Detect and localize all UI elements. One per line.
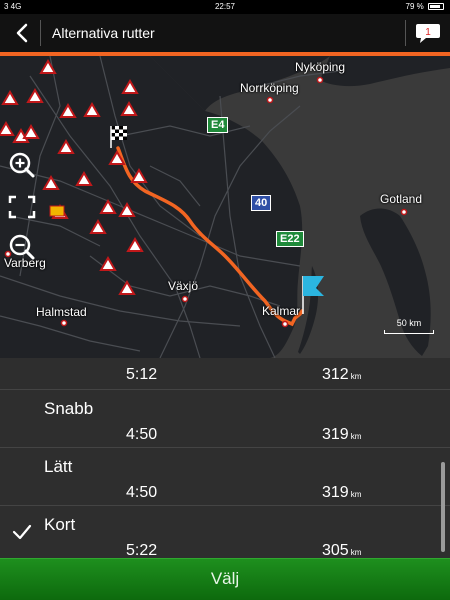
route-name: Kort bbox=[44, 515, 76, 534]
zoom-out-button[interactable] bbox=[5, 232, 39, 262]
route-distance: 319 km bbox=[322, 484, 362, 501]
route-option-kort[interactable]: Kort 5:22 305 km bbox=[0, 506, 450, 558]
route-option-partial[interactable]: 5:12 312 km bbox=[0, 358, 450, 390]
city-label: Halmstad bbox=[36, 305, 87, 319]
map-scale: 50 km bbox=[384, 318, 434, 334]
route-time: 5:12 bbox=[126, 366, 158, 383]
city-label: Kalmar bbox=[262, 304, 301, 318]
city-label: Nyköping bbox=[295, 60, 346, 74]
status-bar: 3 4G 22:57 79 % bbox=[0, 0, 450, 14]
zoom-in-icon bbox=[9, 152, 35, 178]
fit-route-button[interactable] bbox=[5, 192, 39, 222]
fit-to-screen-icon bbox=[8, 195, 36, 219]
route-option-latt[interactable]: Lätt 4:50 319 km bbox=[0, 448, 450, 506]
battery-icon bbox=[428, 3, 444, 10]
road-sign-e4: E4 bbox=[207, 117, 229, 133]
back-button[interactable] bbox=[8, 20, 38, 46]
choose-button-label: Välj bbox=[210, 569, 240, 588]
zoom-in-button[interactable] bbox=[5, 150, 39, 180]
route-option-snabb[interactable]: Snabb 4:50 319 km bbox=[0, 390, 450, 448]
battery-status: 79 % bbox=[406, 2, 444, 11]
header-divider bbox=[405, 20, 406, 46]
check-icon bbox=[12, 524, 32, 540]
chevron-left-icon bbox=[16, 23, 28, 43]
route-distance: 305 km bbox=[322, 542, 362, 558]
battery-percent: 79 % bbox=[405, 2, 424, 11]
zoom-out-icon bbox=[9, 234, 35, 260]
route-time: 4:50 bbox=[126, 484, 158, 501]
city-label: Växjö bbox=[168, 279, 199, 293]
messages-button[interactable]: 1 bbox=[414, 20, 442, 46]
header-divider bbox=[40, 20, 41, 46]
route-distance: 319 km bbox=[322, 426, 362, 443]
message-count: 1 bbox=[425, 27, 431, 38]
route-list[interactable]: 5:12 312 km Snabb 4:50 319 km Lätt 4:50 31… bbox=[0, 358, 450, 558]
scale-label: 50 km bbox=[396, 318, 422, 328]
clock: 22:57 bbox=[214, 2, 236, 11]
route-time: 4:50 bbox=[126, 426, 158, 443]
app-header: Alternativa rutter 1 bbox=[0, 14, 450, 52]
route-distance: 312 km bbox=[322, 366, 362, 383]
route-time: 5:22 bbox=[126, 542, 158, 558]
city-label: Norrköping bbox=[240, 81, 299, 95]
speech-bubble-icon: 1 bbox=[416, 24, 440, 43]
road-sign-40: 40 bbox=[251, 195, 272, 211]
road-sign-e22: E22 bbox=[276, 231, 304, 247]
page-title: Alternativa rutter bbox=[52, 25, 155, 41]
city-label: Gotland bbox=[380, 192, 423, 206]
route-name: Snabb bbox=[44, 399, 94, 418]
route-name: Lätt bbox=[44, 457, 73, 476]
route-map[interactable]: Nyköping Norrköping Gotland Varberg Växj… bbox=[0, 56, 450, 358]
list-scrollbar[interactable] bbox=[441, 462, 445, 552]
choose-button[interactable]: Välj bbox=[0, 558, 450, 600]
